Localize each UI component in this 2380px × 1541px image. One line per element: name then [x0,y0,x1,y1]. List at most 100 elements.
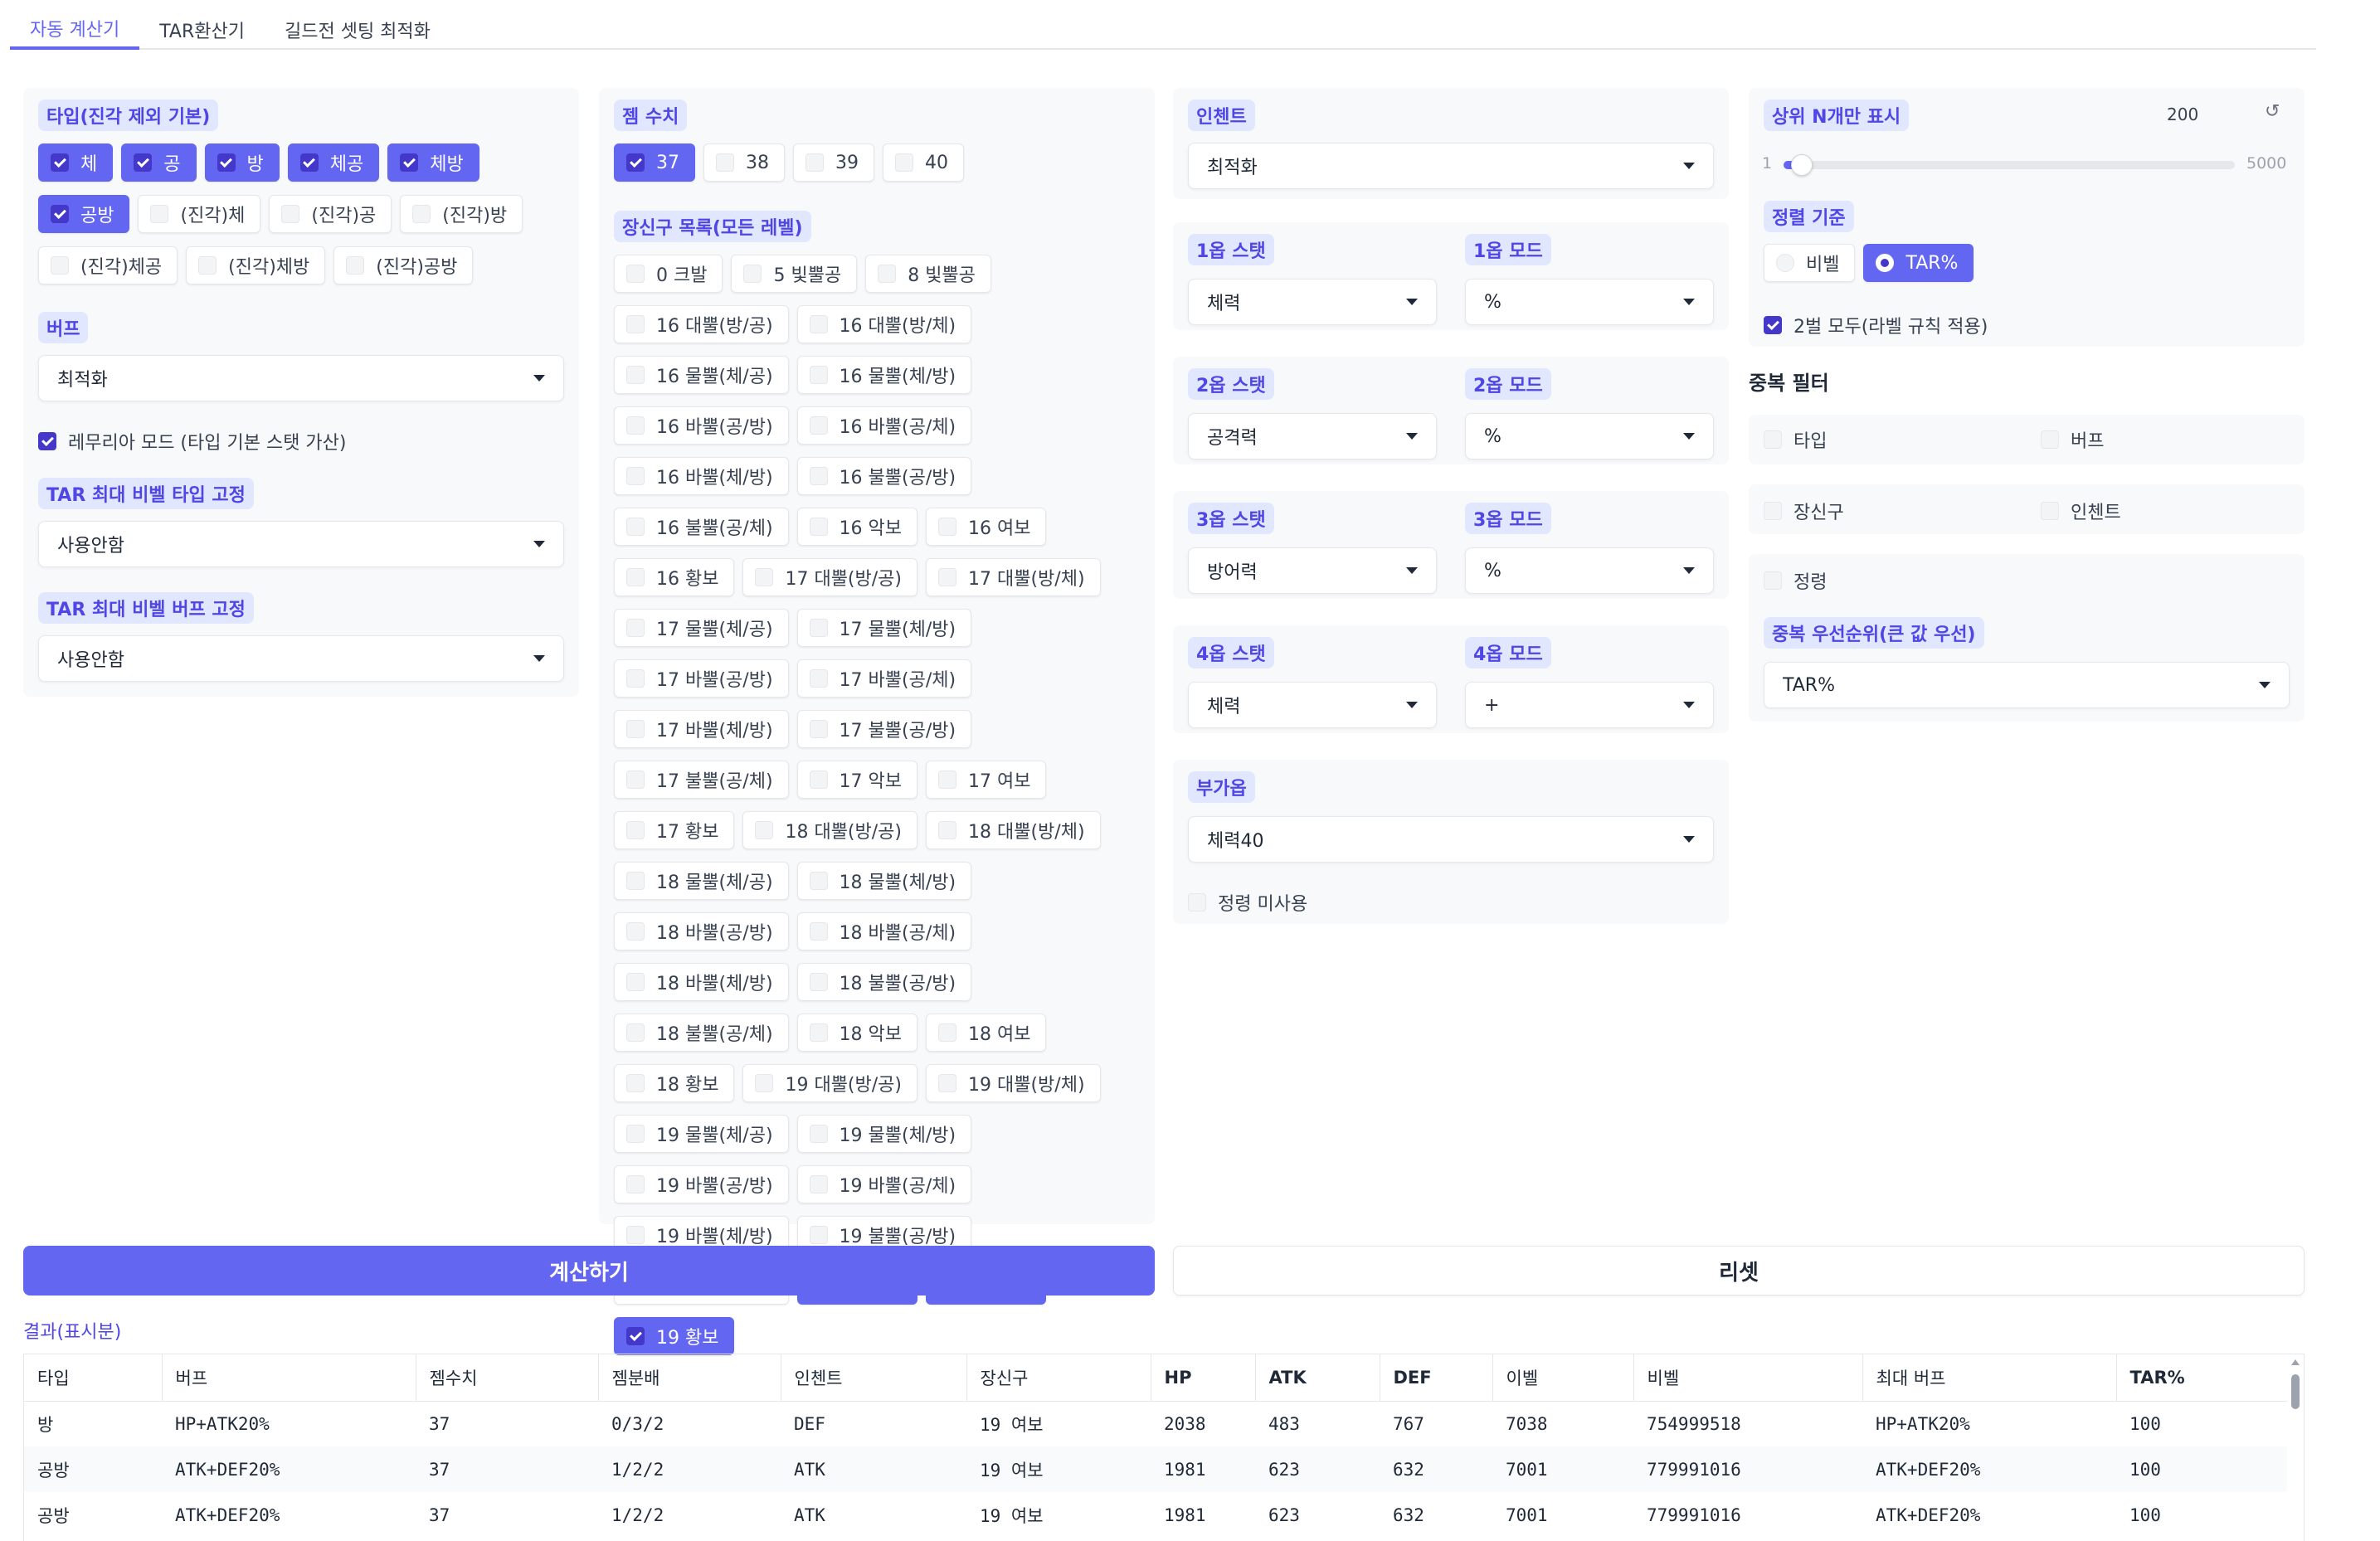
calculate-button[interactable]: 계산하기 [23,1246,1155,1296]
equipment-option-0[interactable]: 0 크발 [614,255,723,293]
equipment-option-18[interactable]: 17 물뿔(체/방) [796,609,972,647]
equipment-option-29[interactable]: 18 물뿔(체/공) [614,862,789,900]
equipment-option-32[interactable]: 18 바뿔(공/체) [796,912,972,950]
column-header[interactable]: 비벨 [1633,1354,1863,1402]
opt4-stat-select[interactable]: 체력 [1188,682,1437,728]
dup-enchant-checkbox[interactable]: 인첸트 [2041,498,2121,524]
equipment-option-23[interactable]: 17 불뿔(공/체) [614,761,789,799]
equipment-option-39[interactable]: 19 대뿔(방/공) [742,1064,917,1102]
equipment-option-26[interactable]: 17 황보 [614,811,735,849]
equipment-option-35[interactable]: 18 불뿔(공/체) [614,1014,789,1052]
equipment-option-27[interactable]: 18 대뿔(방/공) [742,811,917,849]
results-scrollbar[interactable] [2287,1354,2304,1541]
gem-option-2[interactable]: 39 [793,143,874,182]
equipment-option-1[interactable]: 5 빛뿔공 [731,255,858,293]
column-header[interactable]: 젬수치 [416,1354,599,1402]
both-sets-checkbox[interactable]: 2벌 모두(라벨 규칙 적용) [1764,312,1988,338]
equipment-option-3[interactable]: 16 대뿔(방/공) [614,305,789,343]
equipment-option-17[interactable]: 17 물뿔(체/공) [614,609,789,647]
equipment-option-12[interactable]: 16 악보 [796,508,917,546]
equipment-option-19[interactable]: 17 바뿔(공/방) [614,659,789,698]
dup-equip-checkbox[interactable]: 장신구 [1764,498,1844,524]
equipment-option-40[interactable]: 19 대뿔(방/체) [926,1064,1101,1102]
equipment-option-2[interactable]: 8 빛뿔공 [865,255,991,293]
equipment-option-8[interactable]: 16 바뿔(공/체) [796,406,972,445]
equipment-option-28[interactable]: 18 대뿔(방/체) [926,811,1101,849]
tar-type-lock-select[interactable]: 사용안함 [38,521,564,567]
table-row[interactable]: 공방 ATK+DEF20% 37 1/2/2 ATK 19 여보 1981 623 632 700… [24,1446,2289,1492]
opt2-stat-select[interactable]: 공격력 [1188,413,1437,459]
equipment-option-16[interactable]: 17 대뿔(방/체) [926,558,1101,596]
dup-type-checkbox[interactable]: 타입 [1764,426,1827,453]
equipment-option-10[interactable]: 16 불뿔(공/방) [796,457,972,495]
type-option-6[interactable]: (진각)체 [138,195,261,233]
slider-handle[interactable] [1790,154,1813,176]
column-header[interactable]: TAR% [2116,1354,2290,1402]
type-option-4[interactable]: 체방 [387,143,479,182]
equipment-option-9[interactable]: 16 바뿔(체/방) [614,457,789,495]
equipment-option-15[interactable]: 17 대뿔(방/공) [742,558,917,596]
type-option-3[interactable]: 체공 [287,143,380,182]
tab-tar-converter[interactable]: TAR환산기 [139,10,265,50]
top-n-value[interactable]: 200 [2167,105,2198,124]
equipment-option-42[interactable]: 19 물뿔(체/방) [796,1115,972,1153]
equipment-option-25[interactable]: 17 여보 [926,761,1047,799]
scroll-up-icon[interactable] [2291,1359,2300,1365]
enchant-select[interactable]: 최적화 [1188,143,1714,189]
column-header[interactable]: 최대 버프 [1862,1354,2117,1402]
equipment-option-14[interactable]: 16 황보 [614,558,735,596]
equipment-option-22[interactable]: 17 불뿔(공/방) [796,710,972,748]
extra-option-select[interactable]: 체력40 [1188,816,1714,863]
equipment-option-6[interactable]: 16 물뿔(체/방) [796,356,972,394]
equipment-option-37[interactable]: 18 여보 [926,1014,1047,1052]
equipment-option-38[interactable]: 18 황보 [614,1064,735,1102]
equipment-option-33[interactable]: 18 바뿔(체/방) [614,963,789,1001]
remuria-mode-checkbox[interactable]: 레무리아 모드 (타입 기본 스탯 가산) [38,428,347,455]
column-header[interactable]: DEF [1380,1354,1493,1402]
column-header[interactable]: ATK [1255,1354,1380,1402]
type-option-8[interactable]: (진각)방 [400,195,523,233]
type-option-0[interactable]: 체 [38,143,114,182]
equipment-option-13[interactable]: 16 여보 [926,508,1047,546]
top-n-slider[interactable] [1784,154,2235,176]
tar-buff-lock-select[interactable]: 사용안함 [38,635,564,682]
reset-button[interactable]: 리셋 [1173,1246,2305,1296]
opt1-mode-select[interactable]: % [1465,279,1714,325]
column-header[interactable]: HP [1151,1354,1256,1402]
tab-guild-war-optimizer[interactable]: 길드전 셋팅 최적화 [265,10,450,50]
spirit-unused-checkbox[interactable]: 정령 미사용 [1188,889,1307,916]
opt2-mode-select[interactable]: % [1465,413,1714,459]
opt3-mode-select[interactable]: % [1465,547,1714,594]
type-option-5[interactable]: 공방 [38,195,130,233]
equipment-option-31[interactable]: 18 바뿔(공/방) [614,912,789,950]
equipment-option-30[interactable]: 18 물뿔(체/방) [796,862,972,900]
column-header[interactable]: 젬분배 [598,1354,781,1402]
dup-buff-checkbox[interactable]: 버프 [2041,426,2104,453]
column-header[interactable]: 이벨 [1492,1354,1634,1402]
dup-spirit-checkbox[interactable]: 정령 [1764,567,1827,594]
equipment-option-44[interactable]: 19 바뿔(공/체) [796,1165,972,1203]
equipment-option-20[interactable]: 17 바뿔(공/체) [796,659,972,698]
equipment-option-11[interactable]: 16 불뿔(공/체) [614,508,789,546]
opt3-stat-select[interactable]: 방어력 [1188,547,1437,594]
type-option-10[interactable]: (진각)체방 [186,246,326,284]
tab-auto-calculator[interactable]: 자동 계산기 [10,10,140,50]
gem-option-0[interactable]: 37 [614,143,695,182]
dup-priority-select[interactable]: TAR% [1764,662,2290,708]
buff-select[interactable]: 최적화 [38,355,564,401]
scroll-thumb[interactable] [2291,1374,2300,1409]
equipment-option-43[interactable]: 19 바뿔(공/방) [614,1165,789,1203]
column-header[interactable]: 버프 [162,1354,416,1402]
gem-option-1[interactable]: 38 [703,143,785,182]
equipment-option-4[interactable]: 16 대뿔(방/체) [796,305,972,343]
equipment-option-50[interactable]: 19 황보 [614,1317,735,1355]
type-option-11[interactable]: (진각)공방 [333,246,474,284]
equipment-option-24[interactable]: 17 악보 [796,761,917,799]
equipment-option-21[interactable]: 17 바뿔(체/방) [614,710,789,748]
opt4-mode-select[interactable]: + [1465,682,1714,728]
equipment-option-41[interactable]: 19 물뿔(체/공) [614,1115,789,1153]
sort-option-1[interactable]: TAR% [1863,244,1974,282]
column-header[interactable]: 타입 [24,1354,163,1402]
gem-option-3[interactable]: 40 [883,143,964,182]
type-option-1[interactable]: 공 [121,143,197,182]
